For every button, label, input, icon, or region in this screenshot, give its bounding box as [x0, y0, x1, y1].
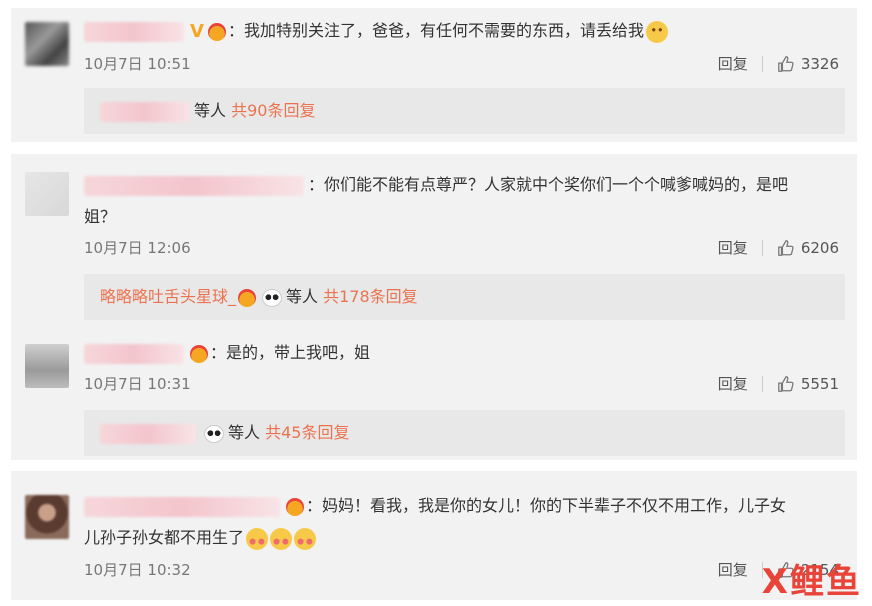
like-count: 5551 [800, 375, 839, 393]
timestamp: 10月7日 10:32 [84, 561, 191, 579]
comment-meta: 10月7日 10:31 回复 5551 [84, 372, 839, 396]
panda-emoji-icon [262, 288, 283, 307]
timestamp: 10月7日 10:31 [84, 375, 191, 393]
username-blurred[interactable] [84, 496, 280, 517]
username-blurred[interactable] [84, 175, 304, 196]
divider [761, 56, 763, 72]
kiss-emoji-icon [294, 527, 317, 550]
comment-text: ：是的，带上我吧，姐 [84, 338, 839, 368]
panda-emoji-icon [204, 424, 224, 443]
subreply-username-blurred [100, 423, 196, 444]
username-blurred[interactable] [84, 343, 184, 364]
comment-text: ：你们能不能有点尊严？人家就中个奖你们一个个喊爹喊妈的，是吧 [84, 170, 839, 200]
subreply-username-blurred [100, 101, 190, 122]
avatar[interactable] [25, 172, 69, 216]
comment-card: ：妈妈！看我，我是你的女儿！你的下半辈子不仅不用工作，儿子女 儿孙子孙女都不用生… [11, 471, 857, 600]
avatar[interactable] [25, 22, 69, 66]
reply-button[interactable]: 回复 [718, 236, 748, 260]
subreply-summary[interactable]: 等人 共45条回复 [84, 410, 845, 456]
comment-actions: 回复 6206 [718, 236, 839, 260]
comment-meta: 10月7日 10:51 回复 3326 [84, 52, 839, 76]
vip-crown-icon [207, 22, 226, 41]
comment-text: V ：我加特别关注了，爸爸，有任何不需要的东西，请丢给我 [84, 16, 839, 47]
comment-card: ：你们能不能有点尊严？人家就中个奖你们一个个喊爹喊妈的，是吧 姐？ 10月7日 … [11, 154, 857, 460]
subreply-summary[interactable]: 略略略吐舌头星球_ 等人 共178条回复 [84, 274, 845, 320]
kiss-emoji-icon [246, 527, 269, 550]
avatar[interactable] [25, 344, 69, 388]
reply-count-link[interactable]: 共90条回复 [231, 101, 315, 120]
thumbs-up-icon[interactable] [777, 239, 795, 257]
vip-crown-icon [286, 497, 304, 516]
reply-count-link[interactable]: 共178条回复 [323, 287, 418, 306]
avatar[interactable] [25, 495, 69, 539]
comment-text-line2: 儿孙子孙女都不用生了 [84, 523, 839, 553]
vip-crown-icon [238, 288, 257, 307]
divider [761, 240, 763, 256]
kiss-emoji-icon [270, 527, 293, 550]
username-blurred[interactable] [84, 21, 184, 42]
timestamp: 10月7日 10:51 [84, 55, 191, 73]
reply-button[interactable]: 回复 [718, 558, 748, 582]
reply-button[interactable]: 回复 [718, 52, 748, 76]
thumbs-up-icon[interactable] [777, 375, 795, 393]
reply-count-link[interactable]: 共45条回复 [265, 423, 349, 442]
thumbs-up-icon[interactable] [777, 55, 795, 73]
timestamp: 10月7日 12:06 [84, 239, 191, 257]
comment-meta: 10月7日 10:32 回复 2154 [84, 558, 839, 582]
comment-card: V ：我加特别关注了，爸爸，有任何不需要的东西，请丢给我 10月7日 10:51 … [11, 8, 857, 142]
reply-button[interactable]: 回复 [718, 372, 748, 396]
comment-actions: 回复 3326 [718, 52, 839, 76]
verified-icon: V [190, 20, 204, 42]
watermark-logo: X鲤鱼 [761, 562, 862, 602]
comment-actions: 回复 5551 [718, 372, 839, 396]
comment-text-line2: 姐？ [84, 207, 117, 226]
divider [761, 376, 763, 392]
vip-crown-icon [190, 344, 208, 363]
like-count: 6206 [800, 239, 839, 257]
comment-meta: 10月7日 12:06 回复 6206 [84, 236, 839, 260]
like-count: 3326 [800, 55, 839, 73]
comment-text: ：妈妈！看我，我是你的女儿！你的下半辈子不仅不用工作，儿子女 [84, 491, 839, 521]
subreply-username[interactable]: 略略略吐舌头星球_ [100, 287, 236, 306]
subreply-summary[interactable]: 等人 共90条回复 [84, 88, 845, 134]
smile-emoji-icon [645, 20, 668, 43]
